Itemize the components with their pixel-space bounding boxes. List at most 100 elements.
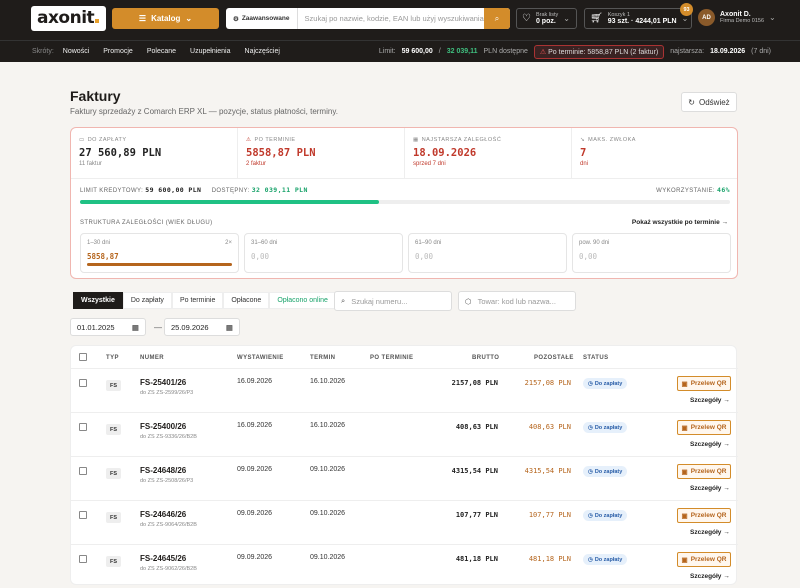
advanced-search-label: Zaawansowane [241,15,290,22]
invoice-number[interactable]: FS-24648/26 [140,466,186,475]
tab-to-pay[interactable]: Do zapłaty [122,292,172,309]
search-input[interactable]: Szukaj po nazwie, kodzie, EAN lub użyj w… [298,14,484,23]
date-from-input[interactable]: 01.01.2025 ▦ [70,318,146,336]
kpi-max-delay: ↘ MAKS. ZWŁOKA 7 dni [572,128,738,178]
credit-usage-fill [80,200,379,204]
catalog-button[interactable]: ☰ Katalog ⌄ [112,8,219,29]
table-row[interactable]: FS FS-24645/26 do ZS ZS-9062/26/B2B 09.0… [71,544,738,588]
clock-icon: ◷ [588,556,593,563]
column-header[interactable]: WYSTAWIENIE [237,355,284,361]
kpi-note: 11 faktur [79,161,102,167]
kpi-title: MAKS. ZWŁOKA [588,137,636,143]
column-header[interactable]: PO TERMINIE [370,355,413,361]
date-range-separator: — [154,323,162,332]
details-link[interactable]: Szczegóły → [690,573,730,580]
show-overdue-link[interactable]: Pokaż wszystkie po terminie → [632,219,728,226]
tab-all[interactable]: Wszystkie [73,292,123,309]
row-checkbox[interactable] [79,555,87,563]
details-link[interactable]: Szczegóły → [690,485,730,492]
table-row[interactable]: FS FS-25401/26 do ZS ZS-2599/26/P3 16.09… [71,368,738,412]
table-row[interactable]: FS FS-24648/26 do ZS ZS-2508/26/P3 09.09… [71,456,738,500]
credit-limit-value: 59 600,00 PLN [145,186,202,194]
issue-date: 16.09.2026 [237,378,273,385]
details-link[interactable]: Szczegóły → [690,529,730,536]
row-checkbox[interactable] [79,511,87,519]
advanced-search-button[interactable]: ⚙ Zaawansowane [226,8,298,29]
qr-transfer-button[interactable]: ▣ Przelew QR [677,420,731,435]
row-checkbox[interactable] [79,467,87,475]
aging-bucket[interactable]: 31–60 dni 0,00 [244,233,403,273]
table-row[interactable]: FS FS-24646/26 do ZS ZS-9064/26/B2B 09.0… [71,500,738,544]
credit-available-label: DOSTĘPNY: [211,188,250,194]
due-date: 16.10.2026 [310,378,346,385]
order-reference: do ZS ZS-2599/26/P3 [140,390,194,396]
logo[interactable]: axonit [31,6,106,31]
tab-paid-online[interactable]: Opłacono online [269,292,336,309]
invoice-number[interactable]: FS-24646/26 [140,510,186,519]
product-search-input[interactable]: ⬡ Towar: kod lub nazwa... [458,291,576,311]
user-menu[interactable]: AD Axonit D. Firma Demo 0156 ⌄ [698,9,776,26]
details-link[interactable]: Szczegóły → [690,397,730,404]
column-header[interactable]: BRUTTO [472,355,499,361]
shortcut-replenish[interactable]: Uzupełnienia [190,48,230,55]
invoice-number[interactable]: FS-25400/26 [140,422,186,431]
row-checkbox[interactable] [79,379,87,387]
overdue-pill[interactable]: ⚠ Po terminie: 5858,87 PLN (2 faktur) [533,44,665,59]
aging-bucket[interactable]: 1–30 dni 2× 5858,87 [80,233,239,273]
type-badge: FS [106,424,121,435]
qr-transfer-button[interactable]: ▣ Przelew QR [677,552,731,567]
credit-usage-label: WYKORZYSTANIE: [656,188,715,194]
shortcut-frequent[interactable]: Najczęściej [245,48,280,55]
bucket-bar [87,263,232,266]
table-row[interactable]: FS FS-25400/26 do ZS ZS-9336/26/B2B 16.0… [71,412,738,456]
qr-transfer-button[interactable]: ▣ Przelew QR [677,376,731,391]
search-button[interactable]: ⌕ [484,8,510,29]
column-header[interactable]: STATUS [583,355,609,361]
order-reference: do ZS ZS-9336/26/B2B [140,434,197,440]
status-filter-tabs: Wszystkie Do zapłaty Po terminie Opłacon… [73,292,336,309]
column-header[interactable]: POZOSTAŁE [534,355,574,361]
shortcut-new[interactable]: Nowości [63,48,89,55]
cart-button[interactable]: 🛒︎ Koszyk 1 93 szt. · 4244,01 PLN ⌄ [584,8,692,29]
remaining-amount: 481,18 PLN [528,555,571,563]
shortcut-promotions[interactable]: Promocje [103,48,133,55]
status-text: Do zapłaty [594,380,623,387]
column-header[interactable]: TERMIN [310,355,335,361]
issue-date: 09.09.2026 [237,554,273,561]
issue-date: 09.09.2026 [237,466,273,473]
kpi-note: dni [580,161,589,167]
date-from-value: 01.01.2025 [77,322,115,332]
column-header[interactable]: NUMER [140,355,164,361]
aging-title: STRUKTURA ZALEGŁOŚCI (WIEK DŁUGU) [80,220,213,226]
shopping-list-button[interactable]: ♡ Brak listy 0 poz. ⌄ [516,8,577,29]
column-header[interactable]: TYP [106,355,119,361]
details-link[interactable]: Szczegóły → [690,441,730,448]
invoice-number[interactable]: FS-24645/26 [140,554,186,563]
row-checkbox[interactable] [79,423,87,431]
oldest-value: 18.09.2026 [710,48,746,55]
number-search-input[interactable]: ⌕ Szukaj numeru... [334,291,452,311]
remaining-amount: 4315,54 PLN [524,467,571,475]
warning-icon: ⚠ [246,137,252,143]
tab-paid[interactable]: Opłacone [223,292,270,309]
invoice-number[interactable]: FS-25401/26 [140,378,186,387]
tab-overdue[interactable]: Po terminie [171,292,224,309]
qr-transfer-button[interactable]: ▣ Przelew QR [677,508,731,523]
catalog-label: Katalog [151,14,181,23]
qr-transfer-label: Przelew QR [690,512,727,519]
date-to-input[interactable]: 25.09.2026 ▦ [164,318,240,336]
qr-transfer-button[interactable]: ▣ Przelew QR [677,464,731,479]
aging-bucket[interactable]: pow. 90 dni 0,00 [572,233,731,273]
menu-icon: ☰ [138,14,147,23]
bucket-count: 2× [225,240,232,246]
select-all-checkbox[interactable] [79,353,87,361]
clock-icon: ◷ [588,380,593,387]
aging-bucket[interactable]: 61–90 dni 0,00 [408,233,567,273]
refresh-icon: ↻ [688,97,695,107]
type-badge: FS [106,512,121,523]
limit-value: 59 600,00 [401,48,433,55]
shortcut-recommended[interactable]: Polecane [147,48,176,55]
box-icon: ⬡ [465,296,472,306]
gross-amount: 2157,08 PLN [451,379,498,387]
refresh-button[interactable]: ↻ Odśwież [681,92,737,112]
